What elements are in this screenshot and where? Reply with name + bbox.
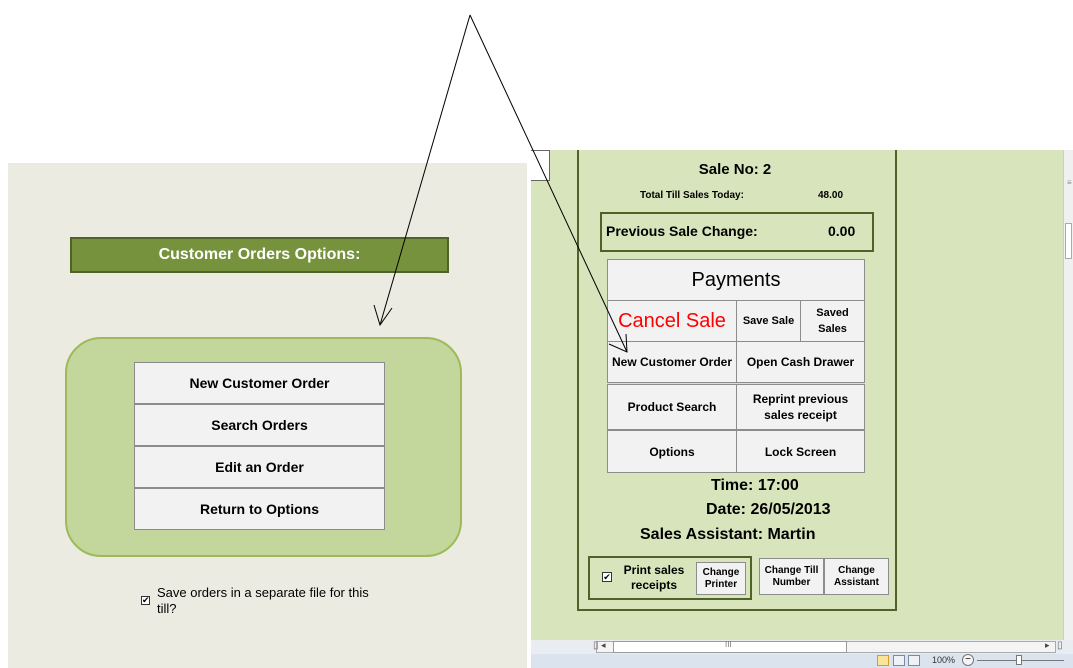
customer-orders-title: Customer Orders Options: bbox=[70, 237, 449, 273]
date-display: Date: 26/05/2013 bbox=[706, 501, 831, 518]
save-sale-button[interactable]: Save Sale bbox=[736, 300, 801, 342]
saved-sales-button[interactable]: Saved Sales bbox=[800, 300, 865, 342]
return-to-options-button[interactable]: Return to Options bbox=[134, 488, 385, 530]
previous-change-value: 0.00 bbox=[828, 223, 856, 239]
scroll-left-icon[interactable]: ◂ bbox=[601, 640, 606, 651]
zoom-slider-thumb[interactable] bbox=[1016, 655, 1022, 665]
print-receipts-checkbox[interactable]: ✔ bbox=[602, 572, 612, 582]
sales-assistant-display: Sales Assistant: Martin bbox=[640, 526, 816, 543]
change-printer-button[interactable]: Change Printer bbox=[696, 562, 746, 595]
new-customer-order-button[interactable]: New Customer Order bbox=[134, 362, 385, 404]
vertical-scroll-thumb[interactable] bbox=[1065, 223, 1072, 259]
tab-split-icon[interactable]: ▯ bbox=[593, 640, 599, 651]
edit-order-button[interactable]: Edit an Order bbox=[134, 446, 385, 488]
print-receipts-label: Print sales receipts bbox=[623, 563, 685, 592]
reprint-receipt-button[interactable]: Reprint previous sales receipt bbox=[736, 384, 865, 430]
save-orders-checkbox[interactable]: ✔ bbox=[141, 596, 150, 605]
zoom-out-icon[interactable]: − bbox=[962, 654, 974, 666]
open-cash-drawer-button[interactable]: Open Cash Drawer bbox=[736, 341, 865, 383]
options-button[interactable]: Options bbox=[607, 430, 737, 473]
payments-button[interactable]: Payments bbox=[607, 259, 865, 301]
zoom-level[interactable]: 100% bbox=[932, 655, 955, 665]
search-orders-button[interactable]: Search Orders bbox=[134, 404, 385, 446]
change-till-number-button[interactable]: Change Till Number bbox=[759, 558, 824, 595]
normal-view-icon[interactable] bbox=[877, 655, 889, 666]
split-box-icon[interactable]: ▯ bbox=[1057, 640, 1063, 651]
change-assistant-button[interactable]: Change Assistant bbox=[824, 558, 889, 595]
total-sales-value: 48.00 bbox=[818, 190, 844, 201]
previous-change-label: Previous Sale Change: bbox=[606, 223, 758, 239]
page-layout-view-icon[interactable] bbox=[893, 655, 905, 666]
scroll-right-icon[interactable]: ▸ bbox=[1045, 640, 1050, 651]
status-bar bbox=[531, 654, 1073, 668]
sale-number: Sale No: 2 bbox=[698, 161, 772, 178]
save-orders-label: Save orders in a separate file for this … bbox=[157, 585, 369, 616]
product-search-button[interactable]: Product Search bbox=[607, 384, 737, 430]
cell-box bbox=[531, 150, 550, 181]
new-customer-order-till-button[interactable]: New Customer Order bbox=[607, 341, 737, 383]
cancel-sale-button[interactable]: Cancel Sale bbox=[607, 300, 737, 342]
page-break-view-icon[interactable] bbox=[908, 655, 920, 666]
lock-screen-button[interactable]: Lock Screen bbox=[736, 430, 865, 473]
split-handle-icon[interactable]: ≡ bbox=[1067, 178, 1072, 187]
time-display: Time: 17:00 bbox=[711, 477, 799, 494]
total-sales-label: Total Till Sales Today: bbox=[640, 190, 744, 201]
scroll-grip-icon: III bbox=[725, 640, 732, 649]
